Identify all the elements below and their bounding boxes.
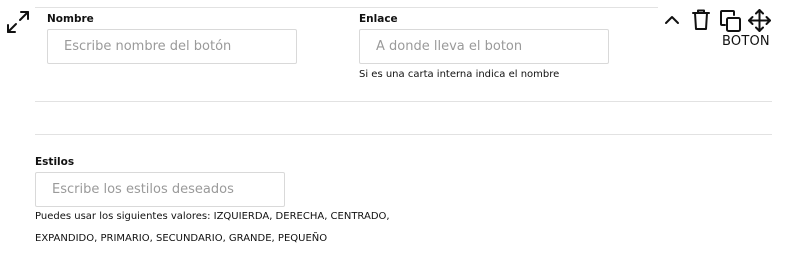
duplicate-icon[interactable] — [719, 9, 743, 33]
enlace-input[interactable]: A donde lleva el boton — [359, 29, 609, 64]
nombre-label: Nombre — [47, 13, 94, 25]
enlace-help-text: Si es una carta interna indica el nombre — [359, 69, 560, 80]
nombre-input[interactable]: Escribe nombre del botón — [47, 29, 297, 64]
delete-icon[interactable] — [691, 9, 711, 31]
section-divider-1 — [35, 101, 772, 102]
enlace-label: Enlace — [359, 13, 398, 25]
top-divider — [35, 7, 658, 8]
estilos-label: Estilos — [35, 156, 75, 168]
collapse-chevron-icon[interactable] — [664, 13, 680, 27]
expand-icon[interactable] — [5, 9, 31, 35]
estilos-help-line-1: Puedes usar los siguientes valores: IZQU… — [35, 211, 390, 222]
move-icon[interactable] — [747, 8, 772, 33]
estilos-help-line-2: EXPANDIDO, PRIMARIO, SECUNDARIO, GRANDE,… — [35, 233, 328, 244]
section-divider-2 — [35, 134, 772, 135]
block-type-label: BOTON — [722, 34, 770, 49]
estilos-input[interactable]: Escribe los estilos deseados — [35, 172, 285, 207]
